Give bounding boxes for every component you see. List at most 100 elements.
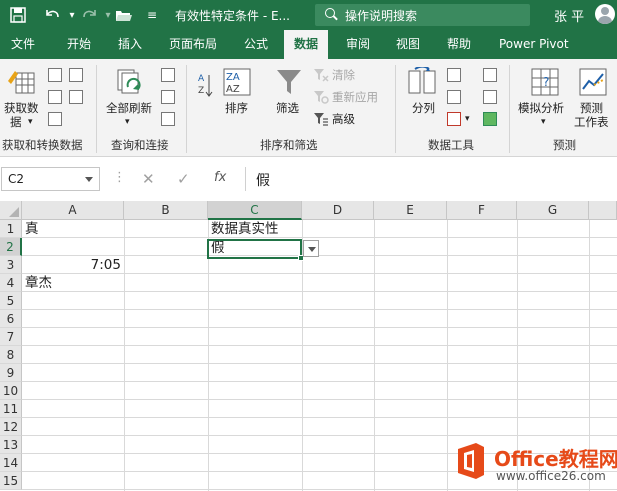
cancel-icon[interactable]: ✕ [142, 170, 155, 188]
queries-connections-icon[interactable] [161, 68, 175, 82]
open-folder-icon[interactable] [114, 5, 134, 25]
cell-c1[interactable]: 数据真实性 [208, 220, 279, 238]
existing-connections-icon[interactable] [69, 90, 83, 104]
sort-dialog-icon[interactable]: ZA AZ [222, 67, 252, 100]
forecast-label[interactable]: 预测 [580, 101, 603, 115]
group-get-transform-label: 获取和转换数据 [2, 138, 83, 152]
column-header-a[interactable]: A [22, 201, 124, 220]
get-data-dropdown-icon[interactable]: ▾ [28, 115, 33, 129]
column-header-d[interactable]: D [302, 201, 374, 220]
properties-icon[interactable] [161, 90, 175, 104]
enter-icon[interactable]: ✓ [177, 170, 190, 188]
tab-formulas[interactable]: 公式 [244, 30, 268, 59]
undo-icon[interactable] [42, 5, 62, 25]
what-if-analysis-icon[interactable]: ? [530, 67, 560, 100]
get-data-icon[interactable] [6, 67, 36, 100]
tab-view[interactable]: 视图 [396, 30, 420, 59]
undo-dropdown-icon[interactable]: ▾ [62, 5, 82, 25]
text-to-columns-label[interactable]: 分列 [412, 101, 435, 115]
filter-icon[interactable] [274, 67, 304, 100]
column-header-b[interactable]: B [124, 201, 208, 220]
refresh-all-icon[interactable] [114, 67, 144, 100]
what-if-dropdown-icon[interactable]: ▾ [541, 115, 546, 129]
tab-home[interactable]: 开始 [67, 30, 91, 59]
what-if-label[interactable]: 模拟分析 [518, 101, 564, 115]
refresh-dropdown-icon[interactable]: ▾ [125, 115, 130, 129]
remove-duplicates-icon[interactable] [447, 90, 461, 104]
flash-fill-icon[interactable] [447, 68, 461, 82]
validation-dropdown-button[interactable] [303, 240, 319, 257]
row-header-14[interactable]: 14 [0, 454, 22, 472]
from-text-icon[interactable] [48, 68, 62, 82]
column-header-f[interactable]: F [447, 201, 517, 220]
sort-az-icon[interactable]: AZ [196, 71, 214, 104]
row-header-15[interactable]: 15 [0, 472, 22, 490]
column-header-c[interactable]: C [208, 201, 302, 220]
filter-label[interactable]: 筛选 [276, 101, 299, 115]
row-header-5[interactable]: 5 [0, 292, 22, 310]
row-header-4[interactable]: 4 [0, 274, 22, 292]
insert-function-icon[interactable]: fx [214, 170, 226, 185]
save-icon[interactable] [8, 5, 28, 25]
tab-review[interactable]: 审阅 [346, 30, 370, 59]
row-header-13[interactable]: 13 [0, 436, 22, 454]
customize-qat-icon[interactable]: ≡ [142, 5, 162, 25]
tab-data[interactable]: 数据 [284, 30, 329, 59]
from-table-icon[interactable] [48, 112, 62, 126]
tab-file[interactable]: 文件 [11, 30, 35, 59]
name-box-dropdown-icon[interactable] [85, 177, 93, 182]
column-header-e[interactable]: E [374, 201, 447, 220]
avatar-icon[interactable] [595, 4, 615, 24]
advanced-label[interactable]: 高级 [332, 112, 355, 126]
column-header-g[interactable]: G [517, 201, 589, 220]
relationships-icon[interactable] [483, 90, 497, 104]
sort-label[interactable]: 排序 [225, 101, 248, 115]
tell-me-search[interactable]: 操作说明搜索 [315, 4, 530, 26]
row-header-11[interactable]: 11 [0, 400, 22, 418]
tab-help[interactable]: 帮助 [447, 30, 471, 59]
row-header-3[interactable]: 3 [0, 256, 22, 274]
manage-data-model-icon[interactable] [483, 112, 497, 126]
column-header-h[interactable] [589, 201, 617, 220]
formula-input[interactable]: 假 [245, 167, 617, 191]
cell-a1[interactable]: 真 [22, 220, 39, 238]
grid-line [22, 327, 617, 328]
row-header-8[interactable]: 8 [0, 346, 22, 364]
svg-text:AZ: AZ [226, 84, 240, 95]
row-header-10[interactable]: 10 [0, 382, 22, 400]
text-to-columns-icon[interactable] [407, 65, 437, 100]
name-box[interactable]: C2 [1, 167, 100, 191]
row-header-7[interactable]: 7 [0, 328, 22, 346]
cell-a3[interactable]: 7:05 [22, 256, 124, 274]
row-header-1[interactable]: 1 [0, 220, 22, 238]
cell-a4[interactable]: 章杰 [22, 274, 52, 292]
forecast-label-2[interactable]: 工作表 [574, 115, 609, 129]
edit-links-icon[interactable] [161, 112, 175, 126]
recent-sources-icon[interactable] [69, 68, 83, 82]
grid-line [22, 309, 617, 310]
select-all-button[interactable] [0, 201, 22, 220]
refresh-all-label[interactable]: 全部刷新 [106, 101, 152, 115]
get-data-label[interactable]: 获取数 [4, 101, 39, 115]
advanced-filter-icon[interactable] [313, 112, 329, 129]
tab-page-layout[interactable]: 页面布局 [169, 30, 217, 59]
forecast-sheet-icon[interactable] [578, 67, 608, 100]
row-header-6[interactable]: 6 [0, 310, 22, 328]
data-validation-dropdown-icon[interactable]: ▾ [465, 112, 470, 126]
consolidate-icon[interactable] [483, 68, 497, 82]
row-header-2[interactable]: 2 [0, 238, 22, 256]
from-web-icon[interactable] [48, 90, 62, 104]
get-data-label-2[interactable]: 据 [10, 115, 22, 129]
redo-icon[interactable] [80, 5, 100, 25]
office-logo-icon [454, 441, 488, 481]
row-header-12[interactable]: 12 [0, 418, 22, 436]
data-validation-icon[interactable] [447, 112, 461, 126]
group-separator [96, 65, 97, 153]
row-header-9[interactable]: 9 [0, 364, 22, 382]
tab-power-pivot[interactable]: Power Pivot [499, 30, 569, 59]
formula-content: 假 [256, 173, 270, 189]
user-name[interactable]: 张 平 [554, 6, 584, 25]
group-separator [186, 65, 187, 153]
group-forecast-label: 预测 [553, 138, 576, 152]
tab-insert[interactable]: 插入 [118, 30, 142, 59]
